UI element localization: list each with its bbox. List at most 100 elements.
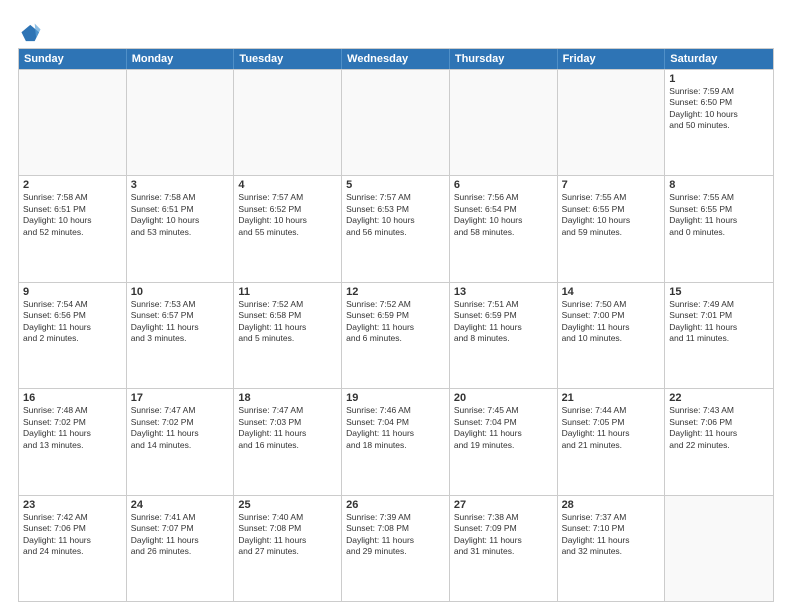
day-info: Sunrise: 7:55 AM Sunset: 6:55 PM Dayligh… <box>669 192 769 238</box>
header <box>18 18 774 40</box>
day-cell-12: 12Sunrise: 7:52 AM Sunset: 6:59 PM Dayli… <box>342 283 450 388</box>
day-info: Sunrise: 7:48 AM Sunset: 7:02 PM Dayligh… <box>23 405 122 451</box>
day-cell-26: 26Sunrise: 7:39 AM Sunset: 7:08 PM Dayli… <box>342 496 450 601</box>
day-info: Sunrise: 7:42 AM Sunset: 7:06 PM Dayligh… <box>23 512 122 558</box>
day-info: Sunrise: 7:43 AM Sunset: 7:06 PM Dayligh… <box>669 405 769 451</box>
day-cell-5: 5Sunrise: 7:57 AM Sunset: 6:53 PM Daylig… <box>342 176 450 281</box>
day-info: Sunrise: 7:58 AM Sunset: 6:51 PM Dayligh… <box>131 192 230 238</box>
day-info: Sunrise: 7:57 AM Sunset: 6:52 PM Dayligh… <box>238 192 337 238</box>
day-info: Sunrise: 7:58 AM Sunset: 6:51 PM Dayligh… <box>23 192 122 238</box>
day-number: 17 <box>131 392 230 404</box>
week-row-2: 9Sunrise: 7:54 AM Sunset: 6:56 PM Daylig… <box>19 282 773 388</box>
day-cell-28: 28Sunrise: 7:37 AM Sunset: 7:10 PM Dayli… <box>558 496 666 601</box>
day-info: Sunrise: 7:46 AM Sunset: 7:04 PM Dayligh… <box>346 405 445 451</box>
day-info: Sunrise: 7:57 AM Sunset: 6:53 PM Dayligh… <box>346 192 445 238</box>
day-number: 21 <box>562 392 661 404</box>
header-day-friday: Friday <box>558 49 666 69</box>
day-info: Sunrise: 7:52 AM Sunset: 6:59 PM Dayligh… <box>346 299 445 345</box>
day-info: Sunrise: 7:52 AM Sunset: 6:58 PM Dayligh… <box>238 299 337 345</box>
day-cell-21: 21Sunrise: 7:44 AM Sunset: 7:05 PM Dayli… <box>558 389 666 494</box>
day-number: 28 <box>562 499 661 511</box>
week-row-3: 16Sunrise: 7:48 AM Sunset: 7:02 PM Dayli… <box>19 388 773 494</box>
day-cell-9: 9Sunrise: 7:54 AM Sunset: 6:56 PM Daylig… <box>19 283 127 388</box>
empty-cell <box>19 70 127 175</box>
day-cell-27: 27Sunrise: 7:38 AM Sunset: 7:09 PM Dayli… <box>450 496 558 601</box>
day-info: Sunrise: 7:38 AM Sunset: 7:09 PM Dayligh… <box>454 512 553 558</box>
day-number: 19 <box>346 392 445 404</box>
day-number: 16 <box>23 392 122 404</box>
day-number: 20 <box>454 392 553 404</box>
day-info: Sunrise: 7:53 AM Sunset: 6:57 PM Dayligh… <box>131 299 230 345</box>
day-cell-4: 4Sunrise: 7:57 AM Sunset: 6:52 PM Daylig… <box>234 176 342 281</box>
day-number: 24 <box>131 499 230 511</box>
header-day-sunday: Sunday <box>19 49 127 69</box>
header-day-thursday: Thursday <box>450 49 558 69</box>
day-number: 3 <box>131 179 230 191</box>
calendar-body: 1Sunrise: 7:59 AM Sunset: 6:50 PM Daylig… <box>19 69 773 601</box>
day-number: 10 <box>131 286 230 298</box>
day-number: 27 <box>454 499 553 511</box>
header-day-saturday: Saturday <box>665 49 773 69</box>
day-number: 2 <box>23 179 122 191</box>
day-info: Sunrise: 7:56 AM Sunset: 6:54 PM Dayligh… <box>454 192 553 238</box>
day-cell-24: 24Sunrise: 7:41 AM Sunset: 7:07 PM Dayli… <box>127 496 235 601</box>
day-number: 11 <box>238 286 337 298</box>
day-number: 8 <box>669 179 769 191</box>
day-number: 9 <box>23 286 122 298</box>
empty-cell <box>665 496 773 601</box>
day-number: 26 <box>346 499 445 511</box>
day-cell-19: 19Sunrise: 7:46 AM Sunset: 7:04 PM Dayli… <box>342 389 450 494</box>
day-number: 12 <box>346 286 445 298</box>
day-cell-16: 16Sunrise: 7:48 AM Sunset: 7:02 PM Dayli… <box>19 389 127 494</box>
day-cell-2: 2Sunrise: 7:58 AM Sunset: 6:51 PM Daylig… <box>19 176 127 281</box>
header-day-wednesday: Wednesday <box>342 49 450 69</box>
logo-icon <box>20 22 42 44</box>
day-cell-17: 17Sunrise: 7:47 AM Sunset: 7:02 PM Dayli… <box>127 389 235 494</box>
day-number: 22 <box>669 392 769 404</box>
day-cell-3: 3Sunrise: 7:58 AM Sunset: 6:51 PM Daylig… <box>127 176 235 281</box>
day-cell-13: 13Sunrise: 7:51 AM Sunset: 6:59 PM Dayli… <box>450 283 558 388</box>
day-info: Sunrise: 7:47 AM Sunset: 7:03 PM Dayligh… <box>238 405 337 451</box>
day-info: Sunrise: 7:54 AM Sunset: 6:56 PM Dayligh… <box>23 299 122 345</box>
day-number: 25 <box>238 499 337 511</box>
empty-cell <box>558 70 666 175</box>
day-info: Sunrise: 7:59 AM Sunset: 6:50 PM Dayligh… <box>669 86 769 132</box>
day-info: Sunrise: 7:39 AM Sunset: 7:08 PM Dayligh… <box>346 512 445 558</box>
week-row-1: 2Sunrise: 7:58 AM Sunset: 6:51 PM Daylig… <box>19 175 773 281</box>
day-cell-22: 22Sunrise: 7:43 AM Sunset: 7:06 PM Dayli… <box>665 389 773 494</box>
empty-cell <box>450 70 558 175</box>
day-info: Sunrise: 7:51 AM Sunset: 6:59 PM Dayligh… <box>454 299 553 345</box>
day-cell-6: 6Sunrise: 7:56 AM Sunset: 6:54 PM Daylig… <box>450 176 558 281</box>
calendar-header: SundayMondayTuesdayWednesdayThursdayFrid… <box>19 49 773 69</box>
day-info: Sunrise: 7:45 AM Sunset: 7:04 PM Dayligh… <box>454 405 553 451</box>
day-cell-1: 1Sunrise: 7:59 AM Sunset: 6:50 PM Daylig… <box>665 70 773 175</box>
day-info: Sunrise: 7:40 AM Sunset: 7:08 PM Dayligh… <box>238 512 337 558</box>
day-number: 6 <box>454 179 553 191</box>
day-info: Sunrise: 7:47 AM Sunset: 7:02 PM Dayligh… <box>131 405 230 451</box>
empty-cell <box>127 70 235 175</box>
day-cell-15: 15Sunrise: 7:49 AM Sunset: 7:01 PM Dayli… <box>665 283 773 388</box>
day-cell-23: 23Sunrise: 7:42 AM Sunset: 7:06 PM Dayli… <box>19 496 127 601</box>
day-cell-10: 10Sunrise: 7:53 AM Sunset: 6:57 PM Dayli… <box>127 283 235 388</box>
day-number: 14 <box>562 286 661 298</box>
day-number: 1 <box>669 73 769 85</box>
logo <box>18 22 42 40</box>
day-number: 5 <box>346 179 445 191</box>
day-info: Sunrise: 7:44 AM Sunset: 7:05 PM Dayligh… <box>562 405 661 451</box>
day-number: 23 <box>23 499 122 511</box>
day-info: Sunrise: 7:37 AM Sunset: 7:10 PM Dayligh… <box>562 512 661 558</box>
empty-cell <box>234 70 342 175</box>
week-row-4: 23Sunrise: 7:42 AM Sunset: 7:06 PM Dayli… <box>19 495 773 601</box>
page: SundayMondayTuesdayWednesdayThursdayFrid… <box>0 0 792 612</box>
day-number: 4 <box>238 179 337 191</box>
header-day-monday: Monday <box>127 49 235 69</box>
day-cell-20: 20Sunrise: 7:45 AM Sunset: 7:04 PM Dayli… <box>450 389 558 494</box>
day-cell-7: 7Sunrise: 7:55 AM Sunset: 6:55 PM Daylig… <box>558 176 666 281</box>
day-cell-18: 18Sunrise: 7:47 AM Sunset: 7:03 PM Dayli… <box>234 389 342 494</box>
day-info: Sunrise: 7:50 AM Sunset: 7:00 PM Dayligh… <box>562 299 661 345</box>
day-number: 13 <box>454 286 553 298</box>
header-day-tuesday: Tuesday <box>234 49 342 69</box>
day-cell-8: 8Sunrise: 7:55 AM Sunset: 6:55 PM Daylig… <box>665 176 773 281</box>
week-row-0: 1Sunrise: 7:59 AM Sunset: 6:50 PM Daylig… <box>19 69 773 175</box>
day-info: Sunrise: 7:55 AM Sunset: 6:55 PM Dayligh… <box>562 192 661 238</box>
